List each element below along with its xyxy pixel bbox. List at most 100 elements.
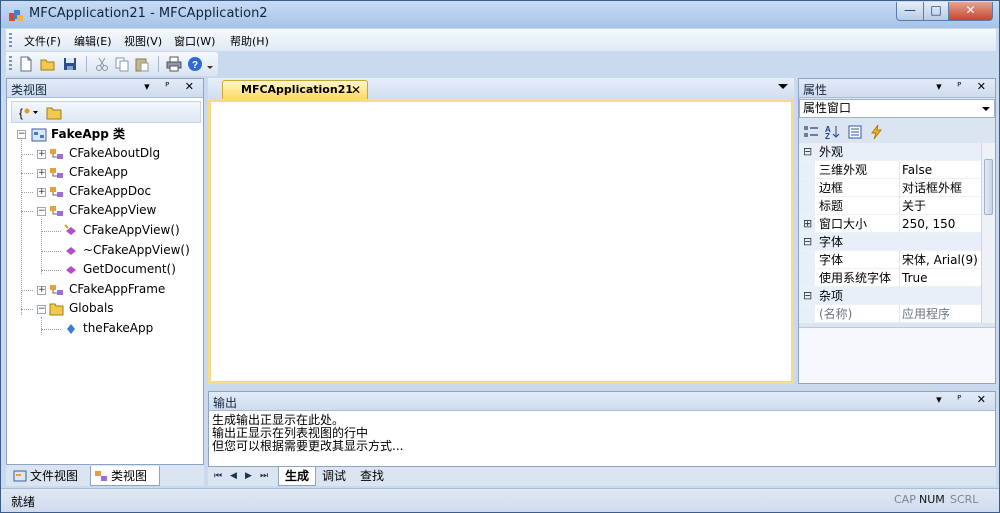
menu-grip-icon[interactable] <box>9 33 12 47</box>
property-value[interactable]: True <box>899 269 981 287</box>
open-folder-icon[interactable] <box>40 56 56 72</box>
chevron-down-icon[interactable] <box>778 84 788 89</box>
previous-tab-icon[interactable]: ◀ <box>230 471 237 481</box>
save-icon[interactable] <box>62 56 78 72</box>
document-view[interactable] <box>208 99 794 384</box>
help-icon[interactable]: ? <box>187 56 203 72</box>
document-tab[interactable]: MFCApplication21 ✕ <box>222 80 368 99</box>
tree-collapse-toggle[interactable]: − <box>17 130 26 139</box>
tree-item-cfakeaboutdlg[interactable]: CFakeAboutDlg <box>49 144 160 162</box>
property-row[interactable]: 使用系统字体 True <box>799 269 981 287</box>
new-file-icon[interactable] <box>18 56 34 72</box>
property-value[interactable]: 关于 <box>899 197 981 215</box>
property-row[interactable]: 标题 关于 <box>799 197 981 215</box>
tree-item-destructor[interactable]: ~CFakeAppView() <box>63 241 190 259</box>
tree-collapse-toggle[interactable]: − <box>37 305 46 314</box>
output-text[interactable]: 生成输出正显示在此处。 输出正显示在列表视图的行中 但您可以根据需要更改其显示方… <box>212 414 403 453</box>
collapse-icon[interactable]: ⊟ <box>803 143 812 161</box>
sort-class-icon[interactable]: { <box>18 105 40 120</box>
menu-window[interactable]: 窗口(W) <box>174 33 215 49</box>
properties-header[interactable]: 属性 ▾ ᴾ ✕ <box>799 79 995 98</box>
property-name: 字体 <box>819 253 844 267</box>
property-row[interactable]: 边框 对话框外框 <box>799 179 981 197</box>
property-name: (名称) <box>819 307 853 321</box>
property-grid-scrollbar[interactable] <box>981 143 995 323</box>
property-row[interactable]: 字体 宋体, Arial(9) <box>799 251 981 269</box>
pane-controls[interactable]: ▾ ᴾ ✕ <box>144 80 200 93</box>
property-value[interactable]: 宋体, Arial(9) <box>899 251 981 269</box>
property-row[interactable]: ⊞ 窗口大小 250, 150 <box>799 215 981 233</box>
properties-icon[interactable] <box>847 124 863 140</box>
property-name: 边框 <box>819 181 844 195</box>
document-tabstrip: MFCApplication21 ✕ <box>208 78 794 99</box>
tree-item-constructor[interactable]: CFakeAppView() <box>63 221 180 239</box>
pane-controls[interactable]: ▾ ᴾ ✕ <box>936 393 992 406</box>
tab-build[interactable]: 生成 <box>278 467 317 486</box>
menu-file[interactable]: 文件(F) <box>24 33 61 49</box>
output-header[interactable]: 输出 ▾ ᴾ ✕ <box>209 392 995 411</box>
tree-item-cfakeappframe[interactable]: CFakeAppFrame <box>49 280 165 298</box>
tree-item-cfakeappdoc[interactable]: CFakeAppDoc <box>49 182 151 200</box>
minimize-button[interactable]: — <box>896 2 924 21</box>
tab-file-view[interactable]: 文件视图 <box>10 466 86 486</box>
tab-find[interactable]: 查找 <box>354 467 390 486</box>
properties-object-select[interactable]: 属性窗口 <box>799 99 995 118</box>
tree-expand-toggle[interactable]: + <box>37 286 46 295</box>
close-tab-icon[interactable]: ✕ <box>351 81 361 99</box>
toolbar-overflow-icon[interactable] <box>206 56 214 72</box>
tree-item-globals[interactable]: Globals <box>49 299 114 317</box>
tree-item-cfakeapp[interactable]: CFakeApp <box>49 163 128 181</box>
new-folder-icon[interactable] <box>46 105 62 120</box>
property-value[interactable]: False <box>899 161 981 179</box>
tree-expand-toggle[interactable]: + <box>37 188 46 197</box>
property-row[interactable]: 三维外观 False <box>799 161 981 179</box>
categorized-icon[interactable] <box>803 124 819 140</box>
property-name: 使用系统字体 <box>819 271 892 285</box>
tree-root[interactable]: FakeApp 类 <box>31 125 125 143</box>
next-tab-icon[interactable]: ▶ <box>245 471 252 481</box>
tab-class-view[interactable]: 类视图 <box>90 466 160 486</box>
tree-item-getdocument[interactable]: GetDocument() <box>63 260 176 278</box>
sort-alphabetical-icon[interactable]: AZ <box>825 124 841 140</box>
pane-controls[interactable]: ▾ ᴾ ✕ <box>936 80 992 93</box>
expand-icon[interactable]: ⊞ <box>803 215 812 233</box>
tree-line <box>21 211 33 212</box>
print-icon[interactable] <box>166 56 182 72</box>
first-tab-icon[interactable]: ⏮ <box>214 471 222 481</box>
title-bar[interactable]: MFCApplication21 - MFCApplication2 — □ ✕ <box>1 1 999 28</box>
status-bar: 就绪 CAP NUM SCRL <box>1 488 999 512</box>
tree-item-thefakeapp[interactable]: theFakeApp <box>63 319 153 337</box>
cut-icon[interactable] <box>94 56 110 72</box>
scrollbar-thumb[interactable] <box>984 159 993 215</box>
menu-view[interactable]: 视图(V) <box>124 33 162 49</box>
tree-expand-toggle[interactable]: + <box>37 150 46 159</box>
last-tab-icon[interactable]: ⏭ <box>260 471 268 481</box>
tree-expand-toggle[interactable]: + <box>37 169 46 178</box>
toolbar-grip-icon[interactable] <box>9 56 12 70</box>
tab-debug[interactable]: 调试 <box>316 467 352 486</box>
tree-line <box>21 192 33 193</box>
events-lightning-icon[interactable] <box>869 124 885 140</box>
collapse-icon[interactable]: ⊟ <box>803 287 812 305</box>
property-category[interactable]: ⊟ 字体 <box>799 233 981 251</box>
property-value[interactable]: 应用程序 <box>899 305 981 323</box>
property-value[interactable]: 250, 150 <box>899 215 981 233</box>
maximize-button[interactable]: □ <box>923 2 949 21</box>
property-value[interactable]: 对话框外框 <box>899 179 981 197</box>
tree-line <box>41 270 61 271</box>
tree-collapse-toggle[interactable]: − <box>37 207 46 216</box>
class-view-header[interactable]: 类视图 ▾ ᴾ ✕ <box>7 79 203 98</box>
paste-icon[interactable] <box>134 56 150 72</box>
tree-item-cfakeappview[interactable]: CFakeAppView <box>49 201 156 219</box>
property-category[interactable]: ⊟ 外观 <box>799 143 981 161</box>
property-category[interactable]: ⊟ 杂项 <box>799 287 981 305</box>
menu-help[interactable]: 帮助(H) <box>230 33 269 49</box>
menu-edit[interactable]: 编辑(E) <box>74 33 112 49</box>
standard-toolbar: ? <box>6 52 218 76</box>
collapse-icon[interactable]: ⊟ <box>803 233 812 251</box>
copy-icon[interactable] <box>114 56 130 72</box>
tree-item-label: CFakeAboutDlg <box>69 146 161 160</box>
property-row[interactable]: (名称) 应用程序 <box>799 305 981 323</box>
chevron-down-icon[interactable] <box>982 107 990 111</box>
close-button[interactable]: ✕ <box>948 2 993 21</box>
